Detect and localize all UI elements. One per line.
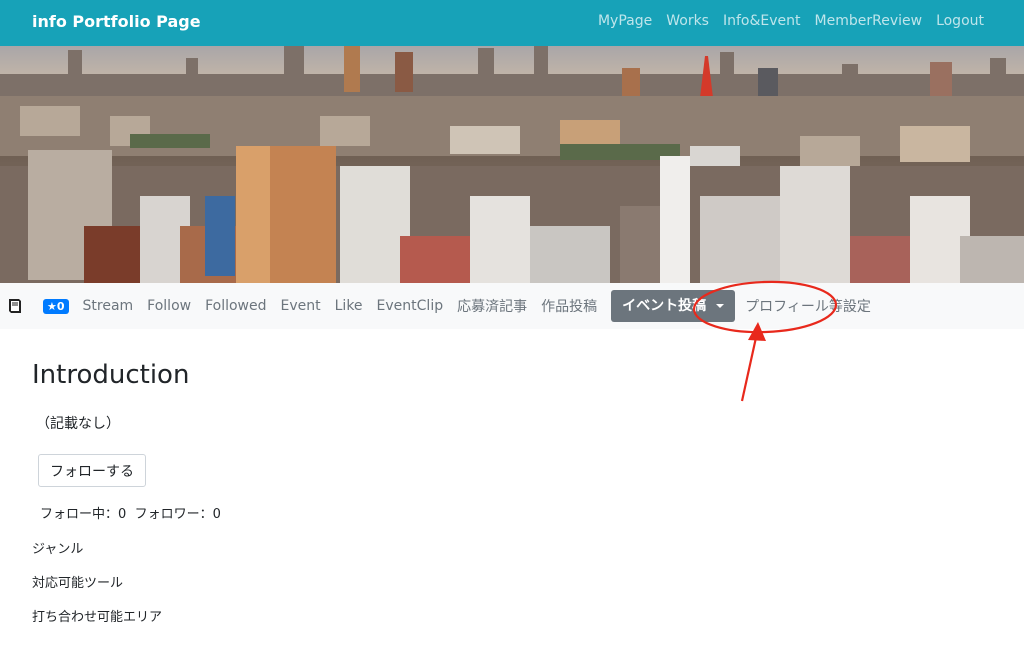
page-title: Introduction [32,360,190,390]
follow-button[interactable]: フォローする [38,454,146,487]
area-label: 打ち合わせ可能エリア [32,610,163,625]
intro-text: （記載なし） [36,416,120,432]
event-post-dropdown[interactable]: イベント投稿 [611,290,736,322]
brand-link[interactable]: info Portfolio Page [32,12,201,31]
star-count-badge[interactable]: ★0 [43,298,69,314]
nav-link-logout[interactable]: Logout [936,13,984,29]
subnav-profile-settings[interactable]: プロフィール等設定 [745,296,871,316]
followers-label: フォロワー： [134,507,213,522]
event-post-dropdown-label: イベント投稿 [622,298,707,314]
arrow-line [740,332,759,402]
subnav-event[interactable]: Event [281,298,321,314]
following-count: 0 [118,507,127,522]
subnav-follow[interactable]: Follow [147,298,191,314]
caret-down-icon [716,304,725,308]
subnav-post-work[interactable]: 作品投稿 [541,296,597,316]
nav-link-mypage[interactable]: MyPage [598,13,652,29]
top-navbar: info Portfolio Page MyPage Works Info&Ev… [0,0,1024,46]
following-label: フォロー中： [40,507,119,522]
follow-counts: フォロー中：0 フォロワー：0 [40,503,221,522]
nav-link-member-review[interactable]: MemberReview [815,13,923,29]
hero-cityscape-image [0,46,1024,283]
followers-count: 0 [212,507,221,522]
subnav-like[interactable]: Like [335,298,363,314]
nav-link-works[interactable]: Works [666,13,709,29]
top-nav-links: MyPage Works Info&Event MemberReview Log… [598,13,984,29]
subnav-stream[interactable]: Stream [83,298,134,314]
cityscape-illustration [0,46,1024,283]
subnav-eventclip[interactable]: EventClip [377,298,444,314]
subnav-applied-articles[interactable]: 応募済記事 [457,296,527,316]
subnav-followed[interactable]: Followed [205,298,266,314]
profile-subnav: ★0 Stream Follow Followed Event Like Eve… [0,283,1024,329]
book-icon[interactable] [7,297,23,315]
genre-label: ジャンル [32,542,84,557]
nav-link-info-event[interactable]: Info&Event [723,13,801,29]
tools-label: 対応可能ツール [32,576,124,591]
